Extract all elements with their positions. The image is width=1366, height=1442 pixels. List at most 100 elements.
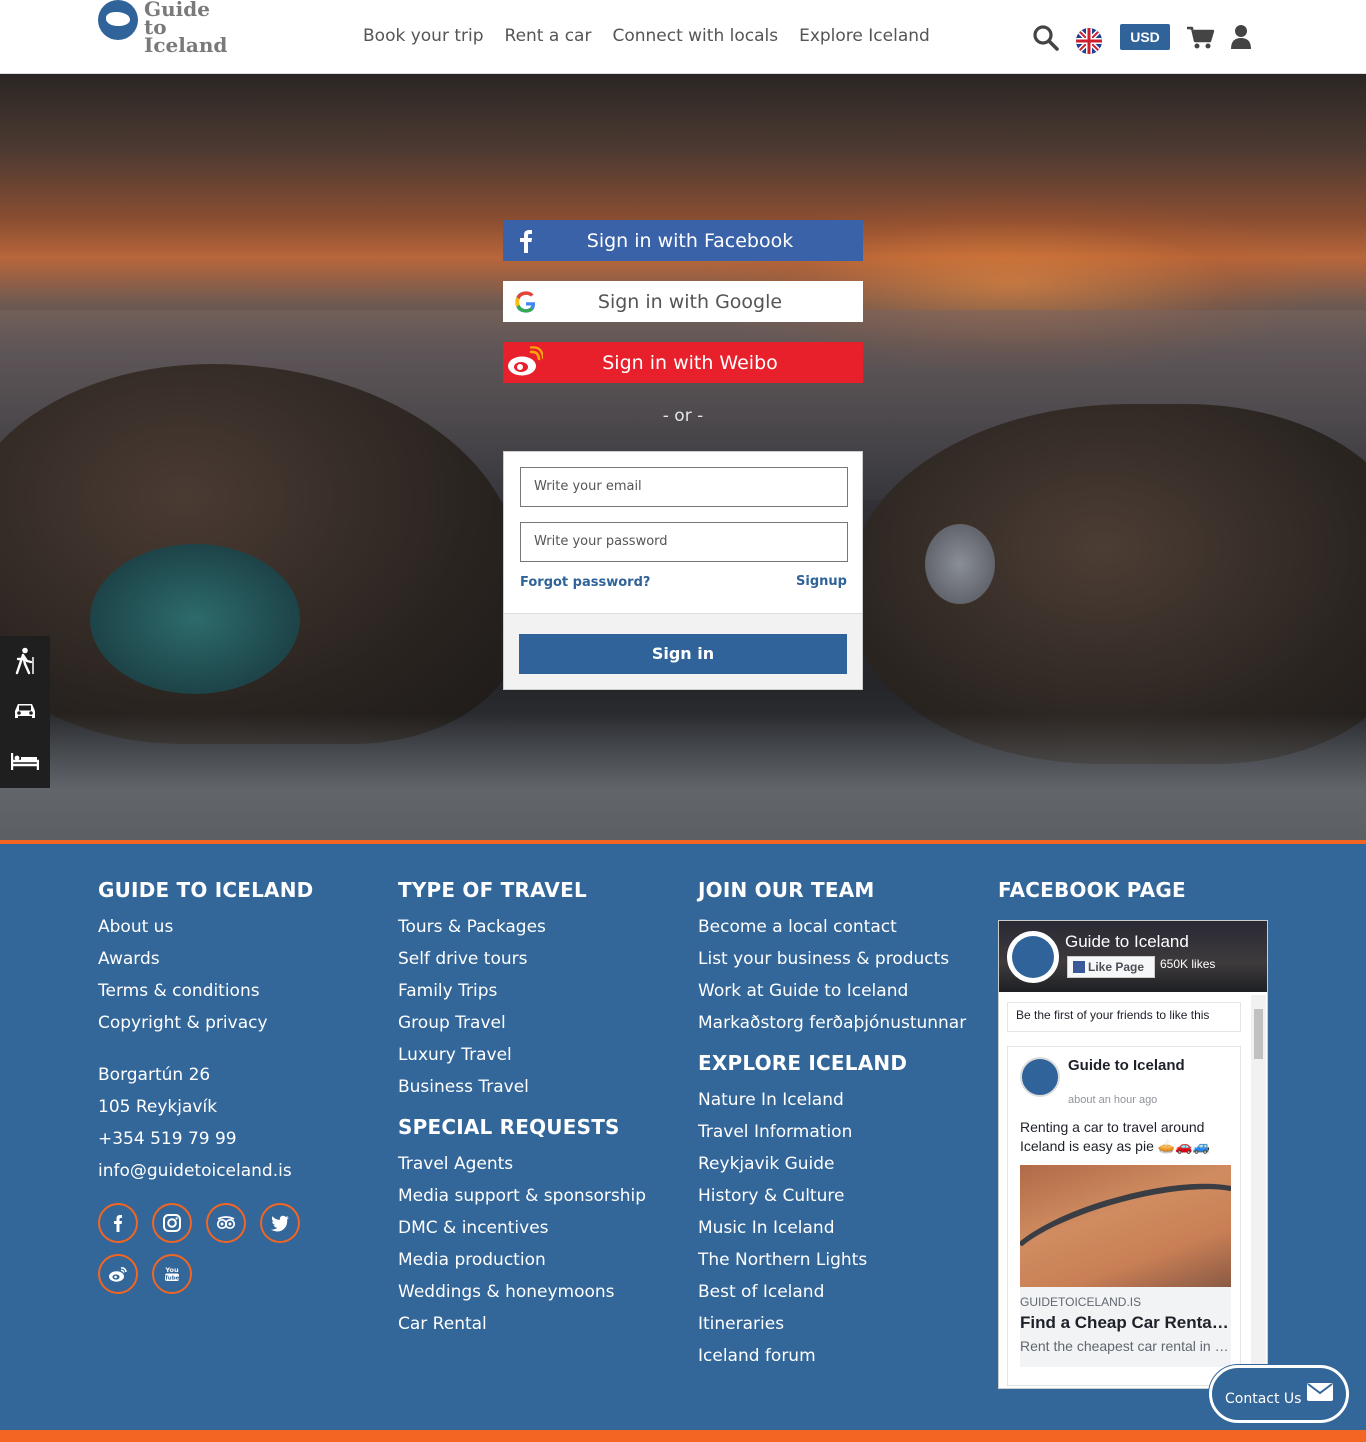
footer-link[interactable]: DMC & incentives — [398, 1212, 646, 1244]
weibo-icon[interactable] — [98, 1254, 138, 1294]
bed-icon[interactable] — [0, 736, 50, 786]
svg-text:Tube: Tube — [165, 1276, 180, 1282]
footer-link[interactable]: Luxury Travel — [398, 1039, 646, 1071]
facebook-signin-label: Sign in with Facebook — [586, 229, 794, 252]
forgot-password-link[interactable]: Forgot password? — [520, 575, 650, 590]
footer-link[interactable]: Media support & sponsorship — [398, 1180, 646, 1212]
weibo-icon — [507, 346, 545, 378]
email-input[interactable]: Write your email — [520, 467, 848, 507]
footer-heading-travel: TYPE OF TRAVEL — [398, 878, 587, 902]
site-logo[interactable]: Guide to Iceland — [98, 0, 234, 57]
fb-post-author[interactable]: Guide to Iceland — [1068, 1057, 1185, 1074]
footer-link[interactable]: Itineraries — [698, 1308, 966, 1340]
nav-book-your-trip[interactable]: Book your trip — [363, 26, 484, 46]
fb-page-name[interactable]: Guide to Iceland — [1065, 932, 1189, 952]
arch-hole-left — [90, 544, 300, 694]
footer-link[interactable]: Copyright & privacy — [98, 1007, 358, 1039]
footer-link[interactable]: Best of Iceland — [698, 1276, 966, 1308]
cart-icon[interactable] — [1187, 26, 1215, 54]
fb-post-time[interactable]: about an hour ago — [1068, 1094, 1157, 1106]
contact-us-button[interactable]: Contact Us — [1209, 1365, 1349, 1423]
user-icon[interactable] — [1230, 24, 1252, 54]
footer-link[interactable]: Reykjavik Guide — [698, 1148, 966, 1180]
logo-text: Guide to Iceland — [144, 0, 228, 57]
password-input[interactable]: Write your password — [520, 522, 848, 562]
facebook-signin-button[interactable]: Sign in with Facebook — [503, 220, 863, 261]
footer-link[interactable]: Group Travel — [398, 1007, 646, 1039]
footer-link[interactable]: Terms & conditions — [98, 975, 358, 1007]
envelope-icon — [1307, 1383, 1333, 1401]
phone-number: +354 519 79 99 — [98, 1129, 237, 1149]
footer-col-team: JOIN OUR TEAM Become a local contact Lis… — [698, 878, 966, 1372]
youtube-icon[interactable]: You Tube — [152, 1254, 193, 1294]
footer-col-facebook: FACEBOOK PAGE — [998, 878, 1186, 911]
footer-link[interactable]: Self drive tours — [398, 943, 646, 975]
twitter-icon[interactable] — [260, 1203, 301, 1243]
footer-link[interactable]: List your business & products — [698, 943, 966, 975]
side-quick-nav — [0, 636, 50, 788]
footer-heading-facebook: FACEBOOK PAGE — [998, 878, 1186, 902]
svg-text:You: You — [164, 1266, 179, 1274]
logo-icon — [98, 0, 138, 40]
footer-link[interactable]: Family Trips — [398, 975, 646, 1007]
footer-link[interactable]: Business Travel — [398, 1071, 646, 1103]
nav-explore-iceland[interactable]: Explore Iceland — [799, 26, 930, 46]
fb-link-title[interactable]: Find a Cheap Car Rental in Iceland — [1020, 1313, 1230, 1333]
instagram-icon[interactable] — [152, 1203, 193, 1243]
footer-link[interactable]: Become a local contact — [698, 911, 966, 943]
footer-link[interactable]: Markaðstorg ferðaþjónustunnar — [698, 1007, 966, 1039]
fb-post-text: Renting a car to travel around Iceland i… — [1020, 1119, 1211, 1154]
fb-like-page-button[interactable]: Like Page — [1067, 956, 1155, 978]
nav-connect-with-locals[interactable]: Connect with locals — [612, 26, 778, 46]
footer-link[interactable]: Iceland forum — [698, 1340, 966, 1372]
nav-rent-a-car[interactable]: Rent a car — [505, 26, 592, 46]
main-nav: Book your trip Rent a car Connect with l… — [363, 26, 930, 46]
fb-link-description: Rent the cheapest car rental in Iceland — [1020, 1338, 1230, 1354]
fb-friends-note: Be the first of your friends to like thi… — [1007, 1002, 1241, 1032]
footer-link[interactable]: Work at Guide to Iceland — [698, 975, 966, 1007]
social-links: You Tube — [98, 1203, 358, 1305]
footer-bottom-stripe — [0, 1430, 1366, 1442]
facebook-icon[interactable] — [98, 1203, 138, 1243]
car-icon[interactable] — [0, 686, 50, 736]
fb-scroll-thumb[interactable] — [1254, 1009, 1263, 1059]
google-signin-button[interactable]: Sign in with Google — [503, 281, 863, 322]
footer-link[interactable]: About us — [98, 911, 358, 943]
form-footer: Sign in — [504, 613, 862, 689]
footer-heading-explore: EXPLORE ICELAND — [698, 1051, 908, 1075]
footer-link[interactable]: Travel Agents — [398, 1148, 646, 1180]
tripadvisor-icon[interactable] — [206, 1203, 247, 1243]
footer-link[interactable]: Weddings & honeymoons — [398, 1276, 646, 1308]
footer-col-guide: GUIDE TO ICELAND About us Awards Terms &… — [98, 878, 358, 1305]
fb-post-avatar[interactable] — [1020, 1057, 1060, 1097]
email-address: info@guidetoiceland.is — [98, 1161, 292, 1181]
signup-link[interactable]: Signup — [796, 574, 847, 589]
arch-hole-right — [925, 524, 995, 604]
fb-page-avatar[interactable] — [1007, 931, 1059, 983]
email-login-form: Write your email Write your password For… — [503, 451, 863, 690]
footer-heading-guide: GUIDE TO ICELAND — [98, 878, 314, 902]
uk-flag-icon[interactable] — [1076, 28, 1102, 54]
fb-post-image[interactable] — [1020, 1165, 1231, 1287]
fb-like-count: 650K likes — [1160, 957, 1216, 971]
footer-link[interactable]: Awards — [98, 943, 358, 975]
footer-link[interactable]: Media production — [398, 1244, 646, 1276]
footer-link[interactable]: The Northern Lights — [698, 1244, 966, 1276]
footer-link[interactable]: Tours & Packages — [398, 911, 646, 943]
weibo-signin-button[interactable]: Sign in with Weibo — [503, 342, 863, 383]
fb-scrollbar[interactable] — [1251, 995, 1266, 1388]
footer-link[interactable]: Music In Iceland — [698, 1212, 966, 1244]
footer-link[interactable]: Travel Information — [698, 1116, 966, 1148]
hiking-icon[interactable] — [0, 636, 50, 686]
search-icon[interactable] — [1032, 24, 1060, 56]
road-graphic — [1020, 1165, 1231, 1287]
signin-button[interactable]: Sign in — [519, 634, 847, 674]
facebook-page-widget: Guide to Iceland Like Page 650K likes Be… — [998, 920, 1268, 1389]
google-signin-label: Sign in with Google — [597, 290, 783, 313]
currency-button[interactable]: USD — [1120, 24, 1170, 50]
weibo-signin-label: Sign in with Weibo — [602, 351, 778, 374]
footer-link[interactable]: Car Rental — [398, 1308, 646, 1340]
footer-link[interactable]: History & Culture — [698, 1180, 966, 1212]
address-city: 105 Reykjavík — [98, 1097, 218, 1117]
footer-link[interactable]: Nature In Iceland — [698, 1084, 966, 1116]
